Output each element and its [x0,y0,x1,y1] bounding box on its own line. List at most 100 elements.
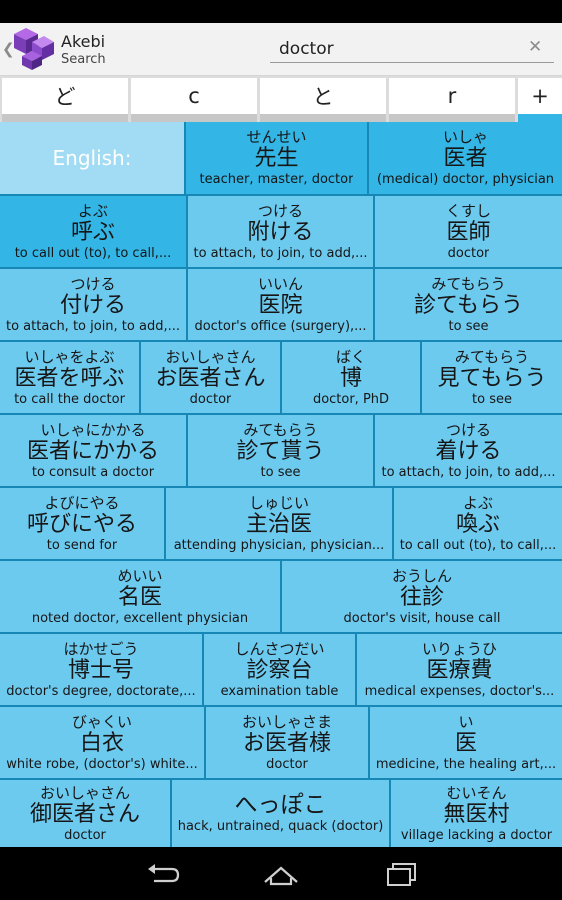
app-title: Akebi [61,32,106,51]
result-tile[interactable]: しゅじい 主治医 attending physician, physician.… [166,488,392,559]
key-do[interactable]: ど [2,78,128,114]
result-tile[interactable]: つける 着ける to attach, to join, to add,... [375,415,562,486]
result-gloss: attending physician, physician... [173,537,385,553]
input-key-row: ど c と r + [0,76,562,122]
result-word: へっぽこ [234,791,327,818]
result-tile[interactable]: いりょうひ 医療費 medical expenses, doctor's... [357,634,562,705]
result-gloss: to attach, to join, to add,... [381,464,556,480]
result-gloss: doctor [447,245,490,261]
result-word: 診てもらう [414,292,523,318]
result-gloss: doctor's visit, house call [343,610,501,626]
result-reading: せんせい [246,128,307,146]
result-word: 白衣 [79,730,124,756]
back-icon[interactable] [142,860,182,888]
result-reading: よびにやる [44,493,120,512]
result-gloss: to see [472,391,512,407]
result-tile[interactable]: つける 付ける to attach, to join, to add,... [0,269,186,340]
key-underline [260,114,386,122]
result-word: 往診 [399,584,444,610]
result-word: 医療費 [426,657,493,683]
result-word: 博 [339,365,362,391]
result-tile[interactable]: へっぽこ hack, untrained, quack (doctor) [172,780,389,847]
status-bar [0,0,562,23]
result-tile[interactable]: い 医 medicine, the healing art,... [370,707,562,778]
result-gloss: to call out (to), to call,... [399,537,557,553]
result-tile[interactable]: おいしゃさん 御医者さん doctor [0,780,170,847]
result-reading: めいい [117,566,163,585]
result-tile[interactable]: よびにやる 呼びにやる to send for [0,488,164,559]
result-reading: みてもらう [454,347,530,366]
result-gloss: to attach, to join, to add,... [193,245,368,261]
app-subtitle: Search [61,52,106,67]
result-reading: つける [70,274,116,293]
result-gloss: doctor [189,391,232,407]
result-word: 医者を呼ぶ [14,365,125,391]
result-gloss: village lacking a doctor [400,827,553,843]
language-label: English: [52,146,132,170]
close-icon[interactable]: ✕ [528,37,542,57]
result-tile[interactable]: みてもらう 見てもらう to see [422,342,562,413]
akebi-logo[interactable] [10,26,56,72]
result-tile[interactable]: むいそん 無医村 village lacking a doctor [391,780,562,847]
key-c[interactable]: c [131,78,257,114]
result-gloss: teacher, master, doctor [199,172,354,187]
result-tile[interactable]: ばく 博 doctor, PhD [282,342,420,413]
result-word: 御医者さん [29,801,140,827]
result-tile[interactable]: つける 附ける to attach, to join, to add,... [188,196,373,267]
result-reading: いしゃをよぶ [24,347,115,366]
result-gloss: to see [448,318,489,334]
result-tile[interactable]: はかせごう 博士号 doctor's degree, doctorate,... [0,634,202,705]
result-gloss: medicine, the healing art,... [375,756,557,772]
result-tile[interactable]: くすし 医師 doctor [375,196,562,267]
result-tile[interactable]: よぶ 呼ぶ to call out (to), to call,... [0,196,186,267]
result-tile[interactable]: おうしん 往診 doctor's visit, house call [282,561,562,632]
result-reading: よぶ [462,493,493,512]
result-tile[interactable]: おいしゃさま お医者様 doctor [206,707,368,778]
add-key-button[interactable]: + [518,78,562,114]
result-gloss: (medical) doctor, physician [376,172,555,187]
result-word: 見てもらう [437,365,547,391]
result-tile[interactable]: しんさつだい 診察台 examination table [204,634,355,705]
result-gloss: to send for [46,537,118,553]
result-reading: おいしゃさま [241,712,332,731]
result-reading: むいそん [446,783,507,802]
result-tile[interactable]: いしゃにかかる 医者にかかる to consult a doctor [0,415,186,486]
result-tile[interactable]: よぶ 喚ぶ to call out (to), to call,... [394,488,562,559]
key-underline [389,114,515,122]
recents-icon[interactable] [383,860,423,888]
result-reading: しゅじい [248,493,309,512]
search-input[interactable] [270,35,554,63]
result-gloss: hack, untrained, quack (doctor) [177,818,384,834]
result-tile[interactable]: びゃくい 白衣 white robe, (doctor's) white... [0,707,204,778]
result-word: 診て貰う [236,438,325,464]
result-tile[interactable]: みてもらう 診て貰う to see [188,415,373,486]
result-gloss: to attach, to join, to add,... [5,318,180,334]
result-reading: みてもらう [243,420,318,439]
home-icon[interactable] [261,860,301,888]
result-gloss: to call out (to), to call,... [14,245,172,261]
key-to[interactable]: と [260,78,386,114]
result-word: 無医村 [443,801,510,827]
result-gloss: noted doctor, excellent physician [31,610,249,626]
result-word: 喚ぶ [455,511,500,537]
result-tile[interactable]: いいん 医院 doctor's office (surgery),... [188,269,373,340]
result-reading: はかせごう [63,639,139,658]
result-reading: いしゃにかかる [40,420,146,439]
result-reading: いりょうひ [421,639,497,658]
result-word: 診察台 [246,657,313,683]
result-tile[interactable]: みてもらう 診てもらう to see [375,269,562,340]
result-tile[interactable]: めいい 名医 noted doctor, excellent physician [0,561,280,632]
result-tile[interactable]: せんせい 先生 teacher, master, doctor [186,122,367,194]
result-gloss: doctor, PhD [312,391,390,407]
result-gloss: doctor's office (surgery),... [194,318,367,334]
result-reading: いしゃ [442,128,488,146]
result-word: 付ける [59,292,126,318]
result-tile[interactable]: おいしゃさん お医者さん doctor [141,342,280,413]
result-tile[interactable]: いしゃをよぶ 医者を呼ぶ to call the doctor [0,342,139,413]
result-tile[interactable]: いしゃ 医者 (medical) doctor, physician [369,122,562,194]
result-reading: みてもらう [431,274,506,293]
key-underline [518,114,562,122]
result-reading: くすし [445,201,491,220]
key-r[interactable]: r [389,78,515,114]
result-gloss: doctor [266,756,308,772]
